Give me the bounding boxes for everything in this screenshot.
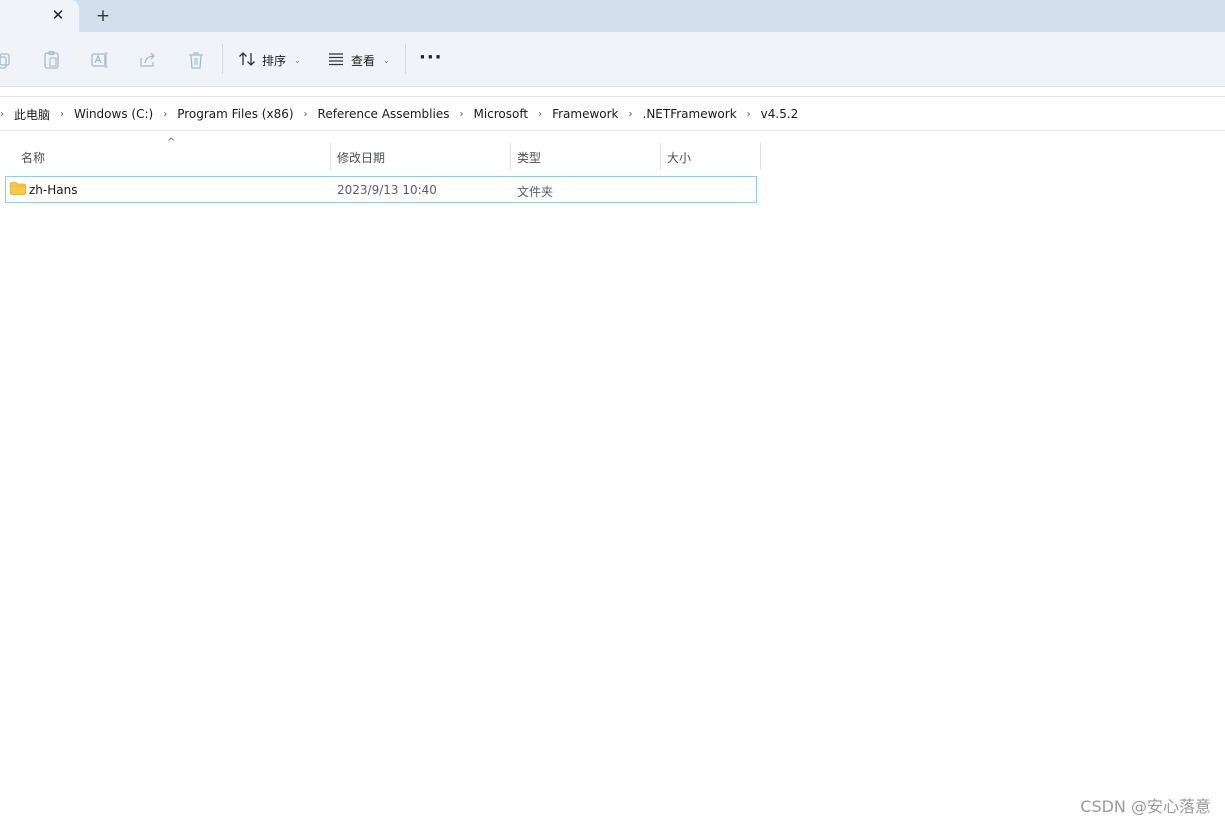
chevron-right-icon[interactable]: › [0, 109, 13, 120]
breadcrumb-item[interactable]: .NETFramework [642, 107, 738, 121]
chevron-right-icon[interactable]: › [450, 109, 472, 120]
breadcrumb-item[interactable]: Windows (C:) [73, 107, 154, 121]
breadcrumb-item[interactable]: Microsoft [472, 107, 529, 121]
breadcrumb: › 此电脑 › Windows (C:) › Program Files (x86) › Re… [0, 105, 799, 123]
new-tab-icon[interactable]: + [94, 6, 112, 26]
rename-icon[interactable] [89, 49, 111, 71]
breadcrumb-item[interactable]: v4.5.2 [760, 107, 800, 121]
column-divider[interactable] [330, 143, 331, 170]
chevron-right-icon[interactable]: › [154, 109, 176, 120]
file-type: 文件夹 [517, 185, 554, 199]
chevron-down-icon: ⌄ [294, 55, 301, 65]
breadcrumb-item[interactable]: Program Files (x86) [176, 107, 294, 121]
chevron-right-icon[interactable]: › [620, 109, 642, 120]
toolbar-divider [405, 44, 406, 74]
column-divider[interactable] [510, 143, 511, 170]
chevron-right-icon[interactable]: › [51, 109, 73, 120]
column-divider[interactable] [760, 143, 761, 170]
watermark: CSDN @安心落意 [1080, 797, 1211, 816]
view-icon [327, 51, 345, 70]
paste-icon[interactable] [41, 49, 63, 71]
chevron-right-icon[interactable]: › [295, 109, 317, 120]
column-header-type[interactable]: 类型 [517, 149, 541, 166]
share-icon[interactable] [137, 49, 159, 71]
column-header-row: 名称 修改日期 类型 大小 [0, 143, 1225, 170]
file-name: zh-Hans [29, 183, 78, 197]
tab-strip: ✕ + [0, 0, 1225, 32]
sort-button[interactable]: 排序 ⌄ [238, 48, 301, 72]
folder-icon [10, 182, 26, 195]
breadcrumb-item[interactable]: Reference Assemblies [317, 107, 451, 121]
delete-icon[interactable] [185, 49, 207, 71]
chevron-down-icon: ⌄ [383, 55, 390, 65]
breadcrumb-item[interactable]: Framework [551, 107, 619, 121]
toolbar-divider [222, 44, 223, 74]
column-divider[interactable] [660, 143, 661, 170]
copy-icon[interactable] [0, 49, 16, 71]
column-header-size[interactable]: 大小 [667, 149, 691, 166]
file-date: 2023/9/13 10:40 [337, 183, 437, 197]
sort-icon [238, 51, 256, 70]
address-bar[interactable]: › 此电脑 › Windows (C:) › Program Files (x86) › Re… [0, 96, 1225, 131]
sort-label: 排序 [262, 53, 287, 68]
column-header-date[interactable]: 修改日期 [337, 149, 385, 166]
chevron-right-icon[interactable]: › [529, 109, 551, 120]
command-bar: 排序 ⌄ 查看 ⌄ ··· [0, 32, 1225, 87]
active-tab[interactable]: ✕ [0, 0, 79, 32]
chevron-right-icon[interactable]: › [738, 109, 760, 120]
file-row[interactable]: zh-Hans 2023/9/13 10:40 文件夹 [5, 176, 757, 203]
breadcrumb-item[interactable]: 此电脑 [13, 106, 51, 123]
column-header-name[interactable]: 名称 [21, 149, 45, 166]
view-button[interactable]: 查看 ⌄ [327, 48, 390, 72]
more-options-icon[interactable]: ··· [419, 49, 442, 68]
close-tab-icon[interactable]: ✕ [49, 6, 67, 24]
view-label: 查看 [351, 53, 376, 68]
